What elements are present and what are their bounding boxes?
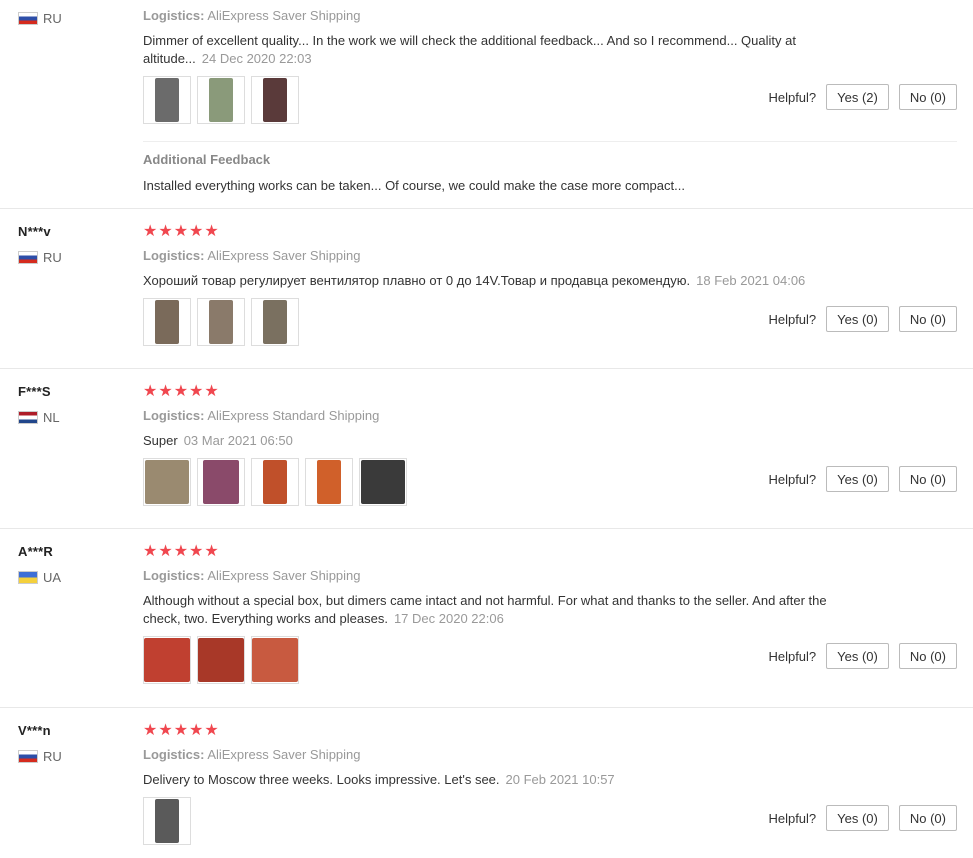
country-code: NL [43,409,60,425]
review-photo[interactable] [251,76,299,124]
logistics-info: Logistics: AliExpress Saver Shipping [143,747,361,762]
review-text: Super 03 Mar 2021 06:50 [143,433,293,448]
review-photo[interactable] [305,458,353,506]
helpful-label: Helpful? [768,311,817,327]
helpful-no-button[interactable]: No (0) [898,805,957,831]
review-item: V***n RU ★★★★★ Logistics: AliExpress Sav… [0,708,973,858]
country-code: RU [43,10,62,26]
review-text: Although without a special box, but dime… [143,593,827,626]
reviewer-name: A***R [18,544,53,559]
logistics-info: Logistics: AliExpress Saver Shipping [143,8,361,23]
flag-icon [18,410,38,424]
reviewer-name: F***S [18,384,51,399]
helpful-label: Helpful? [768,810,817,826]
helpful-no-button[interactable]: No (0) [898,84,957,110]
helpful-votes: Helpful? Yes (0) No (0) [768,805,957,831]
review-photo[interactable] [197,636,245,684]
helpful-yes-button[interactable]: Yes (0) [826,466,889,492]
helpful-no-button[interactable]: No (0) [898,306,957,332]
reviewer-info: RU [18,10,128,26]
star-rating: ★★★★★ [143,223,220,240]
star-rating: ★★★★★ [143,543,220,560]
review-photo[interactable] [143,458,191,506]
review-text: Хороший товар регулирует вентилятор плав… [143,273,806,288]
country-code: RU [43,748,62,764]
helpful-label: Helpful? [768,471,817,487]
logistics-info: Logistics: AliExpress Saver Shipping [143,568,361,583]
review-photo[interactable] [197,298,245,346]
review-photo[interactable] [251,298,299,346]
review-item: RU Logistics: AliExpress Saver Shipping … [0,0,973,209]
review-photo[interactable] [143,76,191,124]
review-date: 18 Feb 2021 04:06 [696,273,806,288]
reviewer-country: UA [18,569,128,585]
flag-icon [18,749,38,763]
helpful-yes-button[interactable]: Yes (0) [826,306,889,332]
country-code: RU [43,249,62,265]
reviewer-country: RU [18,10,128,26]
logistics-info: Logistics: AliExpress Saver Shipping [143,248,361,263]
flag-icon [18,570,38,584]
review-date: 17 Dec 2020 22:06 [393,611,504,626]
reviewer-country: RU [18,249,128,265]
review-photo[interactable] [197,458,245,506]
reviewer-name: V***n [18,723,51,738]
flag-icon [18,250,38,264]
additional-feedback-text: Installed everything works can be taken.… [143,178,685,193]
reviewer-country: RU [18,748,128,764]
additional-feedback: Additional Feedback Installed everything… [143,152,953,195]
reviewer-info: N***v RU [18,223,128,265]
helpful-yes-button[interactable]: Yes (0) [826,643,889,669]
helpful-yes-button[interactable]: Yes (0) [826,805,889,831]
country-code: UA [43,569,62,585]
reviewer-name: N***v [18,224,51,239]
review-photo[interactable] [251,636,299,684]
review-date: 24 Dec 2020 22:03 [201,51,312,66]
review-text: Delivery to Moscow three weeks. Looks im… [143,772,615,787]
reviewer-country: NL [18,409,128,425]
review-photo[interactable] [251,458,299,506]
review-photo[interactable] [143,298,191,346]
review-photo[interactable] [197,76,245,124]
review-photo[interactable] [359,458,407,506]
review-photo[interactable] [143,636,191,684]
helpful-votes: Helpful? Yes (0) No (0) [768,466,957,492]
review-item: N***v RU ★★★★★ Logistics: AliExpress Sav… [0,209,973,369]
review-photo[interactable] [143,797,191,845]
flag-icon [18,11,38,25]
review-item: F***S NL ★★★★★ Logistics: AliExpress Sta… [0,369,973,529]
helpful-votes: Helpful? Yes (0) No (0) [768,306,957,332]
review-date: 03 Mar 2021 06:50 [183,433,293,448]
reviewer-info: A***R UA [18,543,128,585]
helpful-no-button[interactable]: No (0) [898,643,957,669]
reviewer-info: V***n RU [18,722,128,764]
star-rating: ★★★★★ [143,722,220,739]
additional-feedback-title: Additional Feedback [143,152,271,167]
helpful-no-button[interactable]: No (0) [898,466,957,492]
helpful-label: Helpful? [768,648,817,664]
review-date: 20 Feb 2021 10:57 [505,772,615,787]
review-text: Dimmer of excellent quality... In the wo… [143,33,796,66]
reviewer-info: F***S NL [18,383,128,425]
logistics-info: Logistics: AliExpress Standard Shipping [143,408,380,423]
helpful-votes: Helpful? Yes (2) No (0) [768,84,957,110]
helpful-label: Helpful? [768,89,817,105]
helpful-yes-button[interactable]: Yes (2) [826,84,889,110]
helpful-votes: Helpful? Yes (0) No (0) [768,643,957,669]
star-rating: ★★★★★ [143,383,220,400]
review-item: A***R UA ★★★★★ Logistics: AliExpress Sav… [0,529,973,708]
